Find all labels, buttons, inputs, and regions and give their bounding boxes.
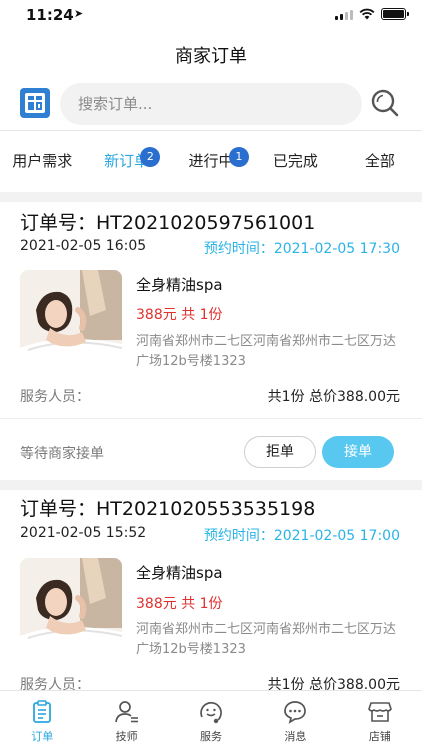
service-address: 河南省郑州市二七区河南省郑州市二七区万达广场12b号楼1323	[136, 334, 397, 369]
qr-code-icon	[25, 93, 45, 113]
service-price: 388元 共 1份	[136, 307, 223, 323]
order-date: 2021-02-05 16:05	[20, 238, 147, 254]
nav-label: 订单	[31, 730, 54, 743]
status-time: 11:24	[26, 6, 74, 24]
accept-button[interactable]: 接单	[322, 436, 394, 468]
service-thumbnail	[20, 270, 122, 372]
service-thumbnail	[20, 558, 122, 660]
new-orders-badge: 2	[140, 147, 161, 167]
service-address: 河南省郑州市二七区河南省郑州市二七区万达广场12b号楼1323	[136, 622, 397, 657]
search-icon[interactable]	[370, 88, 400, 118]
row-divider	[0, 418, 422, 419]
clipboard-icon	[33, 700, 52, 723]
nav-item-store[interactable]: 店铺	[338, 691, 422, 750]
nav-label: 技师	[115, 730, 138, 743]
nav-label: 消息	[284, 730, 307, 743]
tab-in-progress[interactable]: 进行中 1	[169, 131, 253, 192]
tab-all[interactable]: 全部	[338, 131, 422, 192]
reject-button[interactable]: 拒单	[244, 436, 316, 468]
section-divider	[0, 480, 422, 490]
nav-label: 服务	[200, 730, 223, 743]
qr-scan-button[interactable]	[20, 88, 50, 118]
search-input[interactable]	[60, 83, 362, 125]
order-card[interactable]: 订单号：HT2021020553535198 2021-02-05 15:52 …	[0, 490, 422, 690]
service-name: 全身精油spa	[136, 276, 223, 294]
appointment-time: 预约时间：2021-02-05 17:00	[203, 528, 400, 544]
battery-icon	[381, 8, 409, 20]
search-box[interactable]	[60, 83, 362, 125]
service-name: 全身精油spa	[136, 564, 223, 582]
tab-user-requests[interactable]: 用户需求	[0, 131, 84, 192]
wifi-icon	[359, 8, 375, 20]
order-status: 等待商家接单	[20, 446, 104, 462]
location-arrow-icon: ➤	[74, 7, 84, 20]
order-number: 订单号：HT2021020597561001	[20, 212, 316, 234]
tab-completed[interactable]: 已完成	[253, 131, 337, 192]
order-tabs: 用户需求 新订单 2 进行中 1 已完成 全部	[0, 130, 422, 192]
status-icons	[335, 8, 409, 20]
tab-new-orders[interactable]: 新订单 2	[84, 131, 168, 192]
smile-icon	[200, 701, 222, 724]
status-bar: 11:24 ➤	[0, 0, 422, 30]
service-price: 388元 共 1份	[136, 596, 223, 612]
order-card[interactable]: 订单号：HT2021020597561001 2021-02-05 16:05 …	[0, 202, 422, 480]
staff-label: 服务人员：	[20, 389, 90, 405]
staff-label: 服务人员：	[20, 677, 90, 690]
person-list-icon	[114, 701, 138, 723]
order-total: 共1份 总价388.00元	[267, 677, 400, 690]
order-total: 共1份 总价388.00元	[267, 389, 400, 405]
order-number: 订单号：HT2021020553535198	[20, 498, 316, 520]
order-date: 2021-02-05 15:52	[20, 525, 147, 541]
in-progress-badge: 1	[228, 147, 249, 167]
store-icon	[367, 702, 392, 722]
chat-bubble-icon	[284, 701, 307, 724]
signal-icon	[335, 9, 353, 20]
bottom-nav: 订单 技师 服务 消息 店铺	[0, 690, 422, 750]
nav-item-services[interactable]: 服务	[169, 691, 253, 750]
appointment-time: 预约时间：2021-02-05 17:30	[203, 241, 400, 257]
nav-label: 店铺	[368, 730, 391, 743]
nav-item-orders[interactable]: 订单	[0, 691, 84, 750]
page-title: 商家订单	[175, 46, 247, 67]
nav-item-technicians[interactable]: 技师	[84, 691, 168, 750]
nav-item-messages[interactable]: 消息	[253, 691, 337, 750]
section-divider	[0, 192, 422, 202]
